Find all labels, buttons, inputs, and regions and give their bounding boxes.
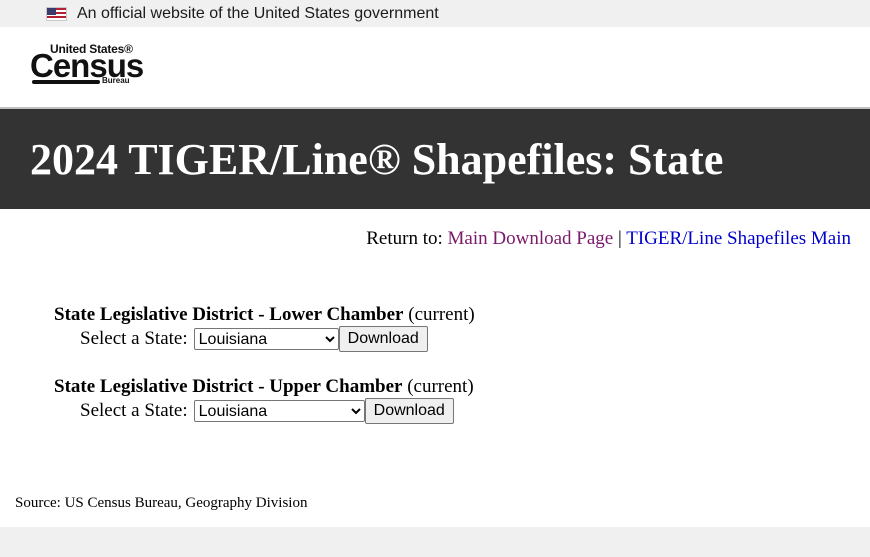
us-flag-icon	[46, 6, 67, 21]
upper-chamber-download-button[interactable]: Download	[364, 398, 454, 424]
site-header: United States® Census Bureau	[0, 27, 870, 109]
tiger-line-main-link[interactable]: TIGER/Line Shapefiles Main	[626, 228, 851, 249]
return-nav: Return to: Main Download Page | TIGER/Li…	[366, 228, 851, 250]
source-note: Source: US Census Bureau, Geography Divi…	[15, 495, 308, 511]
upper-chamber-section: State Legislative District - Upper Chamb…	[54, 376, 474, 424]
upper-chamber-state-select[interactable]: Louisiana	[193, 400, 365, 422]
section-heading: State Legislative District - Upper Chamb…	[54, 376, 474, 398]
census-logo[interactable]: United States® Census Bureau	[30, 42, 144, 90]
page-title: 2024 TIGER/Line® Shapefiles: State	[30, 134, 724, 184]
main-download-page-link[interactable]: Main Download Page	[448, 228, 614, 249]
section-qualifier: (current)	[407, 376, 474, 397]
select-state-label: Select a State:	[80, 400, 188, 421]
section-qualifier: (current)	[408, 304, 475, 325]
return-prefix: Return to:	[366, 228, 443, 249]
logo-underline	[32, 80, 100, 84]
lower-chamber-download-button[interactable]: Download	[338, 326, 428, 352]
logo-line-bureau: Bureau	[102, 76, 130, 85]
main-content: Return to: Main Download Page | TIGER/Li…	[0, 209, 870, 527]
state-select-row: Select a State: Louisiana Download	[80, 326, 475, 352]
gov-banner: An official website of the United States…	[0, 0, 870, 27]
lower-chamber-section: State Legislative District - Lower Chamb…	[54, 304, 475, 352]
state-select-row: Select a State: Louisiana Download	[80, 398, 474, 424]
section-title: State Legislative District - Lower Chamb…	[54, 304, 404, 325]
lower-chamber-state-select[interactable]: Louisiana	[193, 328, 339, 350]
return-separator: |	[617, 228, 622, 249]
gov-banner-text: An official website of the United States…	[77, 4, 439, 22]
section-heading: State Legislative District - Lower Chamb…	[54, 304, 475, 326]
page-footer	[0, 527, 870, 557]
title-bar: 2024 TIGER/Line® Shapefiles: State	[0, 109, 870, 209]
section-title: State Legislative District - Upper Chamb…	[54, 376, 403, 397]
select-state-label: Select a State:	[80, 328, 188, 349]
